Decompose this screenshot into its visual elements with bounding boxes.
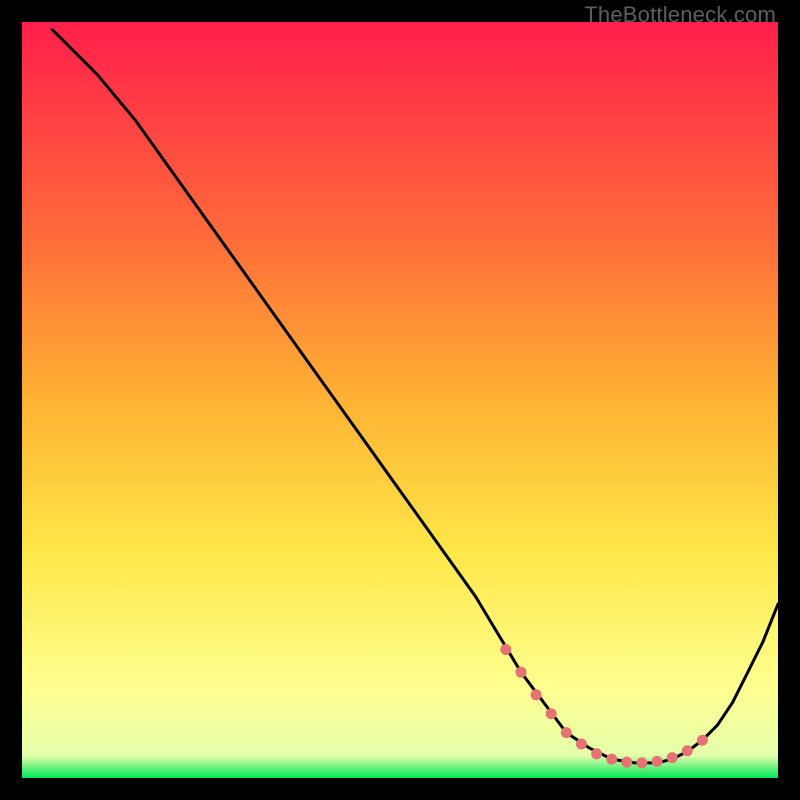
highlight-dot (697, 735, 708, 746)
highlight-dot (652, 756, 663, 767)
highlight-dot (606, 754, 617, 765)
highlight-dot (636, 757, 647, 768)
highlight-dot (516, 667, 527, 678)
highlight-dot (531, 689, 542, 700)
highlight-dot (591, 748, 602, 759)
watermark-text: TheBottleneck.com (584, 2, 776, 28)
highlight-dot (667, 752, 678, 763)
highlight-dot (500, 644, 511, 655)
highlight-dot (546, 708, 557, 719)
highlight-dot (576, 739, 587, 750)
highlight-dot (561, 727, 572, 738)
highlight-dot (682, 745, 693, 756)
bottleneck-plot (22, 22, 778, 778)
highlight-dot (621, 757, 632, 768)
chart-frame (22, 22, 778, 778)
gradient-background (22, 22, 778, 778)
